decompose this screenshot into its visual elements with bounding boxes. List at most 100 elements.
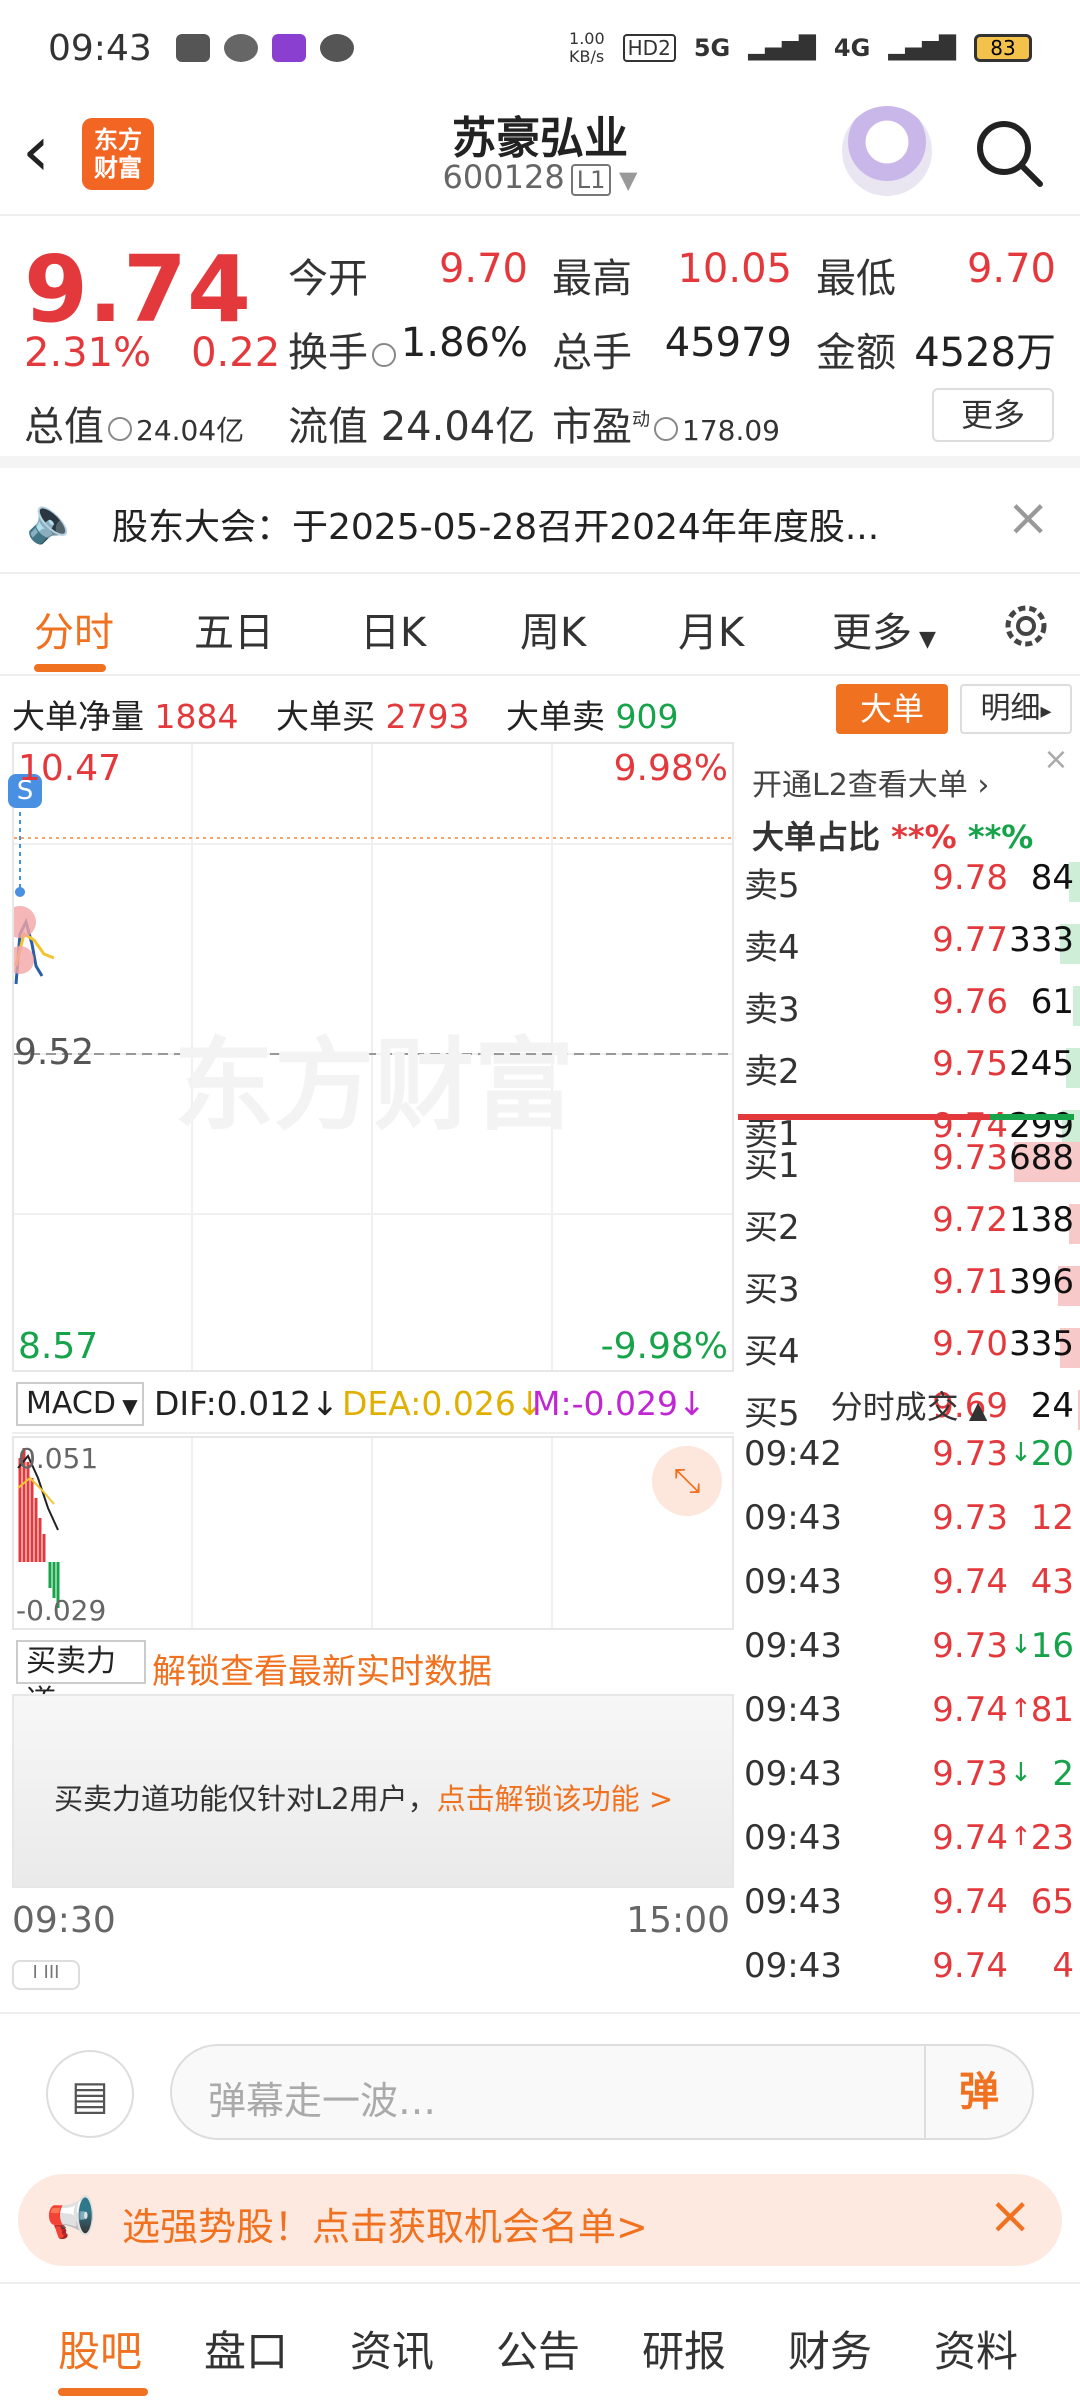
promo-banner[interactable]: 📢 选强势股！点击获取机会名单> × bbox=[18, 2174, 1062, 2266]
notice-banner[interactable]: 🔈 股东大会：于2025-05-28召开2024年年度股... × bbox=[0, 470, 1080, 574]
force-unlock-button[interactable]: 点击解锁该功能 > bbox=[437, 1782, 674, 1816]
trade-volume: 43 bbox=[1030, 1562, 1074, 1602]
tab-research[interactable]: 研报 bbox=[642, 2318, 726, 2379]
gear-icon[interactable] bbox=[998, 598, 1054, 654]
book-price: 9.77 bbox=[932, 920, 1008, 960]
tab-profile[interactable]: 资料 bbox=[934, 2318, 1018, 2379]
book-side: 买3 bbox=[744, 1270, 800, 1310]
danmaku-toggle-button[interactable]: 弹 bbox=[924, 2046, 1032, 2138]
trade-time: 09:42 bbox=[744, 1434, 842, 1474]
macd-select[interactable]: MACD ▼ bbox=[16, 1382, 144, 1426]
value-low: 9.70 bbox=[966, 246, 1056, 292]
change-amount: 0.22 bbox=[191, 330, 281, 376]
tab-news[interactable]: 资讯 bbox=[350, 2318, 434, 2379]
info-icon[interactable] bbox=[654, 417, 678, 441]
trade-time: 09:43 bbox=[744, 1498, 842, 1538]
chevron-down-icon: ▼ bbox=[611, 166, 638, 194]
ask-row[interactable]: 卖5 9.78 84 bbox=[738, 858, 1080, 906]
trade-volume: 4 bbox=[1052, 1946, 1074, 1986]
marker-dot bbox=[14, 946, 34, 974]
info-icon[interactable] bbox=[372, 343, 396, 367]
trade-price: 9.74 bbox=[932, 1562, 1008, 1602]
danmaku-placeholder: 弹幕走一波… bbox=[208, 2079, 437, 2123]
expand-icon[interactable]: ⤡ bbox=[652, 1446, 722, 1516]
search-icon[interactable] bbox=[974, 118, 1044, 188]
hd-badge: HD2 bbox=[622, 34, 676, 62]
ask-row[interactable]: 卖4 9.77 333 bbox=[738, 920, 1080, 968]
trade-row: 09:43 9.74 65 bbox=[738, 1882, 1080, 1930]
arrow-up-icon: ↑ bbox=[1010, 1822, 1032, 1852]
close-icon[interactable]: × bbox=[988, 2186, 1032, 2246]
tab-monthly-k[interactable]: 月K bbox=[678, 600, 744, 658]
app-badge-icon bbox=[271, 34, 306, 62]
trade-price: 9.73 bbox=[932, 1754, 1008, 1794]
trade-time: 09:43 bbox=[744, 1818, 842, 1858]
book-divider bbox=[738, 1114, 1074, 1120]
big-order-net: 大单净量 1884 bbox=[12, 690, 238, 738]
tab-handicap[interactable]: 盘口 bbox=[204, 2318, 288, 2379]
tab-five-day[interactable]: 五日 bbox=[194, 600, 274, 658]
big-order-sell: 大单卖 909 bbox=[506, 690, 679, 738]
label-float-cap: 流值 24.04亿 bbox=[288, 394, 535, 452]
chevron-down-icon: ▼ bbox=[115, 1394, 138, 1418]
macd-dea: DEA:0.026↓ bbox=[342, 1384, 544, 1423]
chart-tabs: 分时 五日 日K 周K 月K 更多 ▼ bbox=[0, 576, 1080, 676]
tab-forum[interactable]: 股吧 bbox=[58, 2318, 142, 2379]
force-message-text: 买卖力道功能仅针对L2用户， bbox=[54, 1782, 437, 1816]
assistant-robot-icon[interactable] bbox=[842, 106, 932, 196]
volume-bar bbox=[1073, 986, 1080, 1026]
tab-intraday[interactable]: 分时 bbox=[34, 600, 114, 658]
intraday-chart[interactable]: 东方财富 S 10.47 9.98% 9.52 8.57 -9.98% bbox=[8, 742, 734, 1372]
big-order-net-value: 1884 bbox=[154, 697, 239, 736]
big-order-ratio: 大单占比 **% **% bbox=[752, 812, 1033, 858]
label-total-cap: 总值 24.04亿 bbox=[24, 394, 244, 452]
axis-top-pct: 9.98% bbox=[613, 748, 728, 789]
value-total-cap: 24.04亿 bbox=[136, 414, 245, 447]
macd-bottom-value: -0.029 bbox=[16, 1594, 107, 1627]
book-side: 卖3 bbox=[744, 990, 800, 1030]
tab-finance[interactable]: 财务 bbox=[788, 2318, 872, 2379]
l2-upgrade-link[interactable]: 开通L2查看大单 › bbox=[752, 760, 989, 804]
trades-header[interactable]: 分时成交 ▲ bbox=[738, 1382, 1080, 1428]
force-panel[interactable]: 买卖力道功能仅针对L2用户，点击解锁该功能 > bbox=[12, 1694, 734, 1888]
detail-button[interactable]: 明细▸ bbox=[960, 684, 1072, 734]
trade-time: 09:43 bbox=[744, 1882, 842, 1922]
order-book: × 开通L2查看大单 › 大单占比 **% **% 卖5 9.78 84 卖4 9.77… bbox=[738, 742, 1080, 1434]
close-icon[interactable]: × bbox=[1006, 488, 1050, 548]
force-select[interactable]: 买卖力道 ▼ bbox=[16, 1640, 146, 1719]
bid-row[interactable]: 买4 9.70 335 bbox=[738, 1324, 1080, 1372]
macd-select-label: MACD bbox=[26, 1386, 116, 1421]
book-vol: 333 bbox=[1009, 920, 1074, 960]
book-side: 卖5 bbox=[744, 866, 800, 906]
chart-scrollbar[interactable]: I III bbox=[12, 1960, 734, 1990]
big-order-summary: 大单净量 1884 大单买 2793 大单卖 909 大单 明细▸ bbox=[0, 678, 1080, 740]
tab-more[interactable]: 更多 ▼ bbox=[832, 600, 936, 658]
bottom-tab-indicator bbox=[58, 2388, 148, 2396]
time-start: 09:30 bbox=[12, 1900, 116, 1941]
info-icon[interactable] bbox=[108, 417, 132, 441]
close-icon[interactable]: × bbox=[1038, 742, 1074, 778]
battery-icon: 83 bbox=[974, 34, 1032, 62]
trade-price: 9.73 bbox=[932, 1498, 1008, 1538]
scroll-handle[interactable]: I III bbox=[12, 1960, 80, 1990]
big-order-buy-value: 2793 bbox=[385, 697, 470, 736]
bid-row[interactable]: 买2 9.72 138 bbox=[738, 1200, 1080, 1248]
ask-row[interactable]: 卖3 9.76 61 bbox=[738, 982, 1080, 1030]
bid-row[interactable]: 买3 9.71 396 bbox=[738, 1262, 1080, 1310]
big-order-button[interactable]: 大单 bbox=[836, 684, 948, 734]
trade-time: 09:43 bbox=[744, 1562, 842, 1602]
danmaku-input[interactable]: 弹幕走一波… 弹 bbox=[170, 2044, 1034, 2140]
more-quote-button[interactable]: 更多 bbox=[932, 388, 1054, 442]
signal-icon-2: ▂▄▆█ bbox=[888, 35, 956, 61]
comment-settings-icon[interactable]: ▤ bbox=[46, 2050, 134, 2138]
ask-row[interactable]: 卖2 9.75 245 bbox=[738, 1044, 1080, 1092]
tab-daily-k[interactable]: 日K bbox=[360, 600, 426, 658]
tab-weekly-k[interactable]: 周K bbox=[520, 600, 586, 658]
bid-row[interactable]: 买1 9.73 688 bbox=[738, 1138, 1080, 1186]
macd-panel[interactable]: 0.051 -0.029 ⤡ bbox=[12, 1436, 734, 1630]
tab-announcement[interactable]: 公告 bbox=[496, 2318, 580, 2379]
watermark: 东方财富 bbox=[174, 1027, 574, 1144]
book-price: 9.75 bbox=[932, 1044, 1008, 1084]
force-unlock-link[interactable]: 解锁查看最新实时数据 bbox=[152, 1644, 492, 1693]
trade-volume: 16 bbox=[1030, 1626, 1074, 1666]
